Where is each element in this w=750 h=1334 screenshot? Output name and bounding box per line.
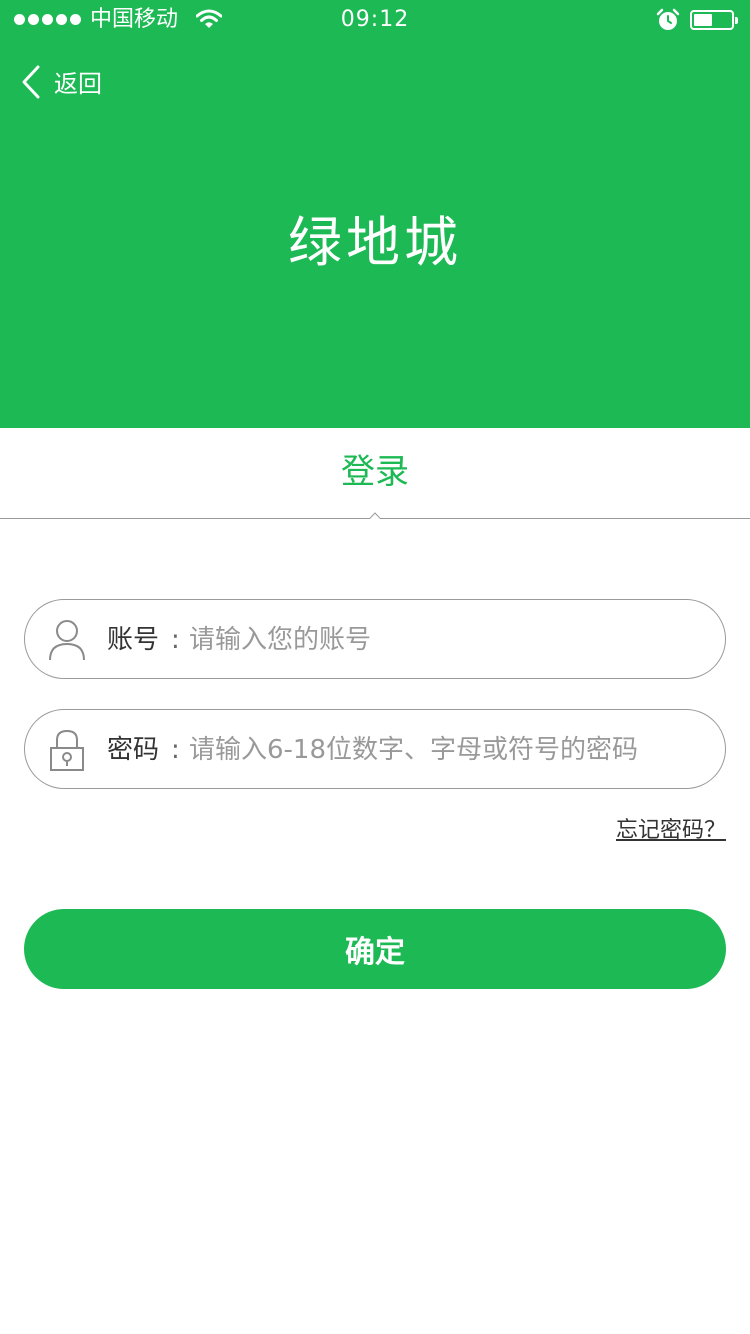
back-label: 返回 <box>54 70 102 98</box>
account-input[interactable] <box>189 618 699 662</box>
battery-icon <box>690 10 738 30</box>
battery-level <box>694 14 712 26</box>
back-button[interactable]: 返回 <box>20 62 102 106</box>
header: 中国移动 09:12 返回 绿地城 <box>0 0 750 428</box>
status-bar: 中国移动 09:12 <box>0 0 750 40</box>
password-input[interactable] <box>189 728 699 772</box>
lock-icon <box>47 728 87 772</box>
password-colon: : <box>171 735 180 765</box>
user-icon <box>47 618 87 662</box>
account-field[interactable]: 账号 : <box>24 599 726 679</box>
confirm-button[interactable]: 确定 <box>24 909 726 989</box>
password-field[interactable]: 密码 : <box>24 709 726 789</box>
account-label: 账号 <box>107 625 160 655</box>
forgot-password-link[interactable]: 忘记密码？ <box>616 814 726 848</box>
password-label: 密码 <box>107 735 160 765</box>
account-colon: : <box>171 625 180 655</box>
tab-login[interactable]: 登录 <box>0 450 750 494</box>
chevron-left-icon <box>20 65 42 103</box>
tab-bar: 登录 <box>0 428 750 519</box>
brand-logo: 绿地城 <box>288 211 462 274</box>
tab-indicator-notch <box>366 508 384 519</box>
clock: 09:12 <box>340 7 410 32</box>
alarm-icon <box>656 8 680 36</box>
